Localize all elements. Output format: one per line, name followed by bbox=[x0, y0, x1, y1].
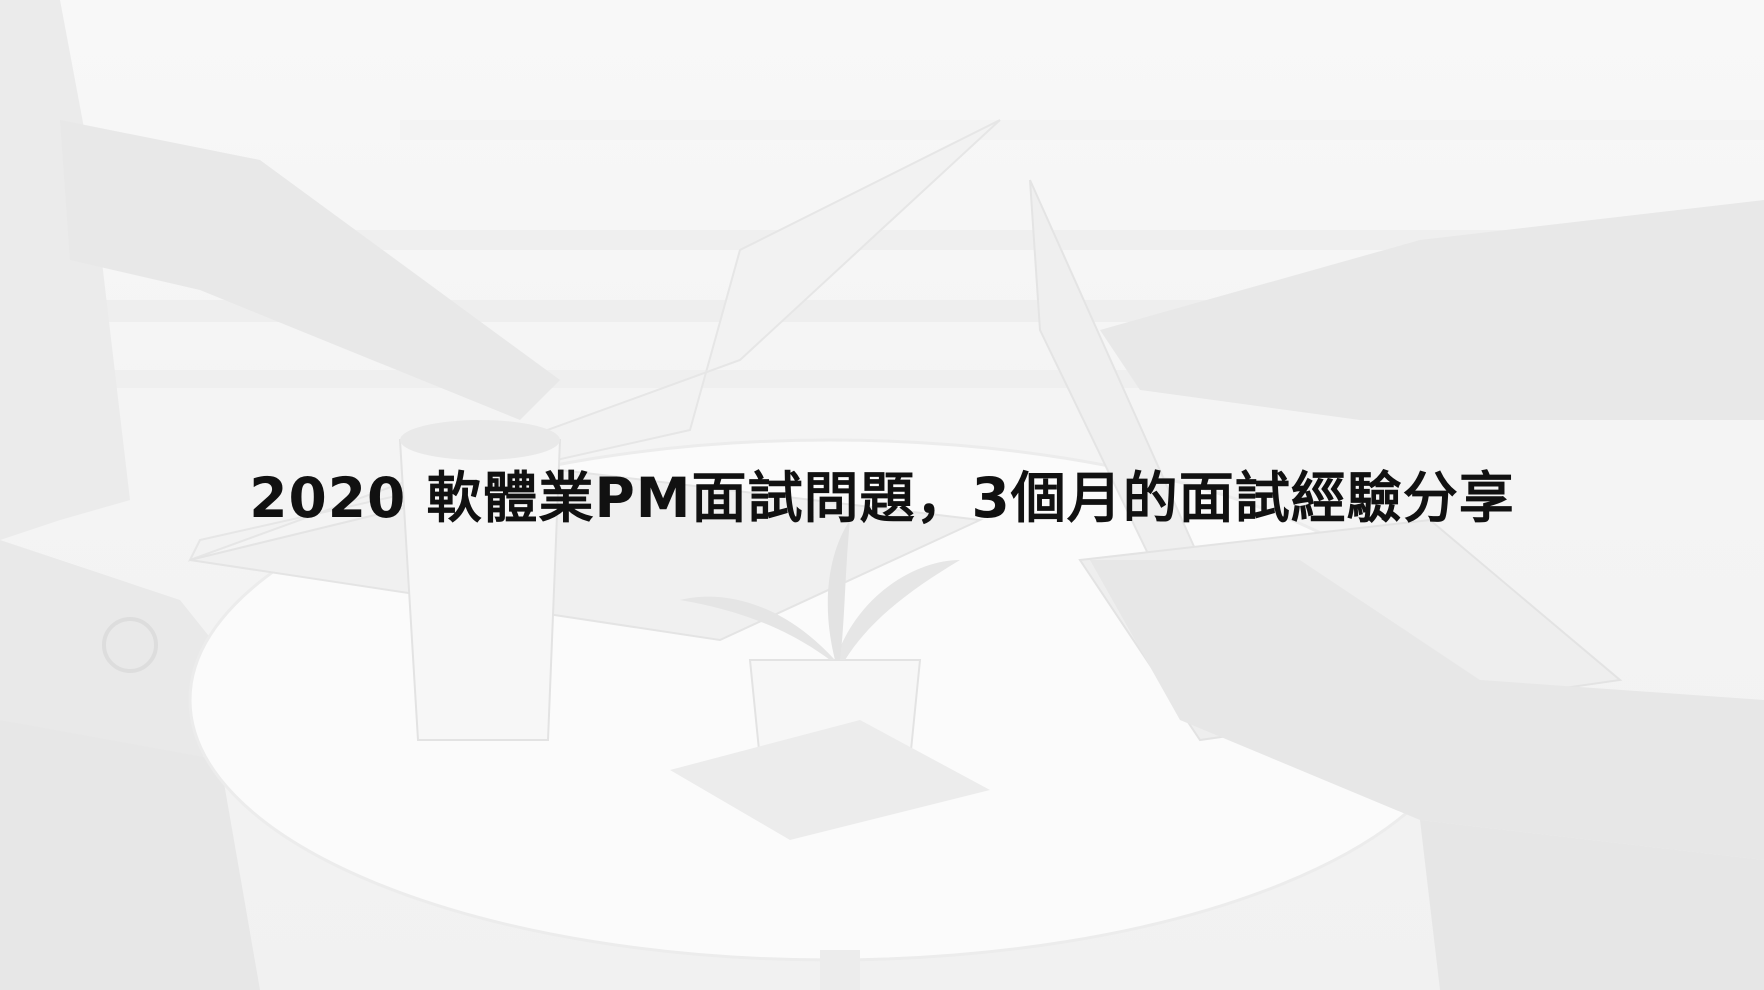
page-title: 2020 軟體業PM面試問題，3個月的面試經驗分享 bbox=[249, 466, 1515, 530]
cover-banner: 2020 軟體業PM面試問題，3個月的面試經驗分享 bbox=[0, 0, 1764, 990]
